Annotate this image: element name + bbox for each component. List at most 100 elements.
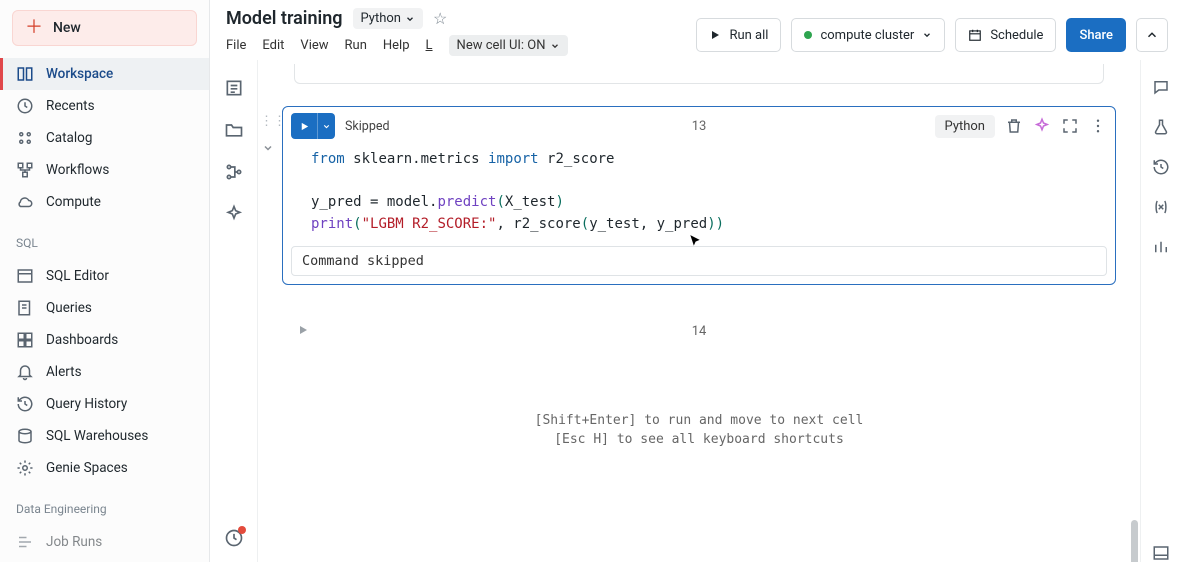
more-icon[interactable] <box>1089 117 1107 135</box>
menu-help[interactable]: Help <box>383 38 410 53</box>
fullscreen-icon[interactable] <box>1061 117 1079 135</box>
play-icon <box>709 29 721 41</box>
sql-nav: SQL Editor Queries Dashboards Alerts Que… <box>0 256 209 488</box>
delete-icon[interactable] <box>1005 117 1023 135</box>
warehouse-icon <box>16 427 34 445</box>
sidebar-item-query-history[interactable]: Query History <box>0 388 209 420</box>
cell-language-chip[interactable]: Python <box>935 115 995 138</box>
toc-icon[interactable] <box>224 78 244 98</box>
right-rail <box>1140 60 1180 562</box>
sidebar-item-label: Recents <box>46 98 95 114</box>
run-cell-dropdown[interactable] <box>317 113 335 139</box>
sidebar-item-label: Workspace <box>46 66 113 82</box>
workflows-icon <box>16 161 34 179</box>
sidebar-item-label: Alerts <box>46 364 82 380</box>
sidebar-item-genie[interactable]: Genie Spaces <box>0 452 209 484</box>
new-button-label: New <box>53 20 81 36</box>
jobruns-icon <box>16 533 34 551</box>
left-sidebar: ＋ New Workspace Recents Catalog Workflow… <box>0 0 210 562</box>
plus-icon: ＋ <box>25 19 43 37</box>
cell-index: 13 <box>692 119 707 134</box>
de-section-label: Data Engineering <box>0 488 209 522</box>
ai-assist-icon[interactable] <box>1033 117 1051 135</box>
cluster-label: compute cluster <box>820 28 914 43</box>
schedule-label: Schedule <box>990 28 1043 43</box>
bottom-panel-icon[interactable] <box>1152 544 1170 562</box>
last-edit-info[interactable]: L <box>426 38 433 53</box>
menu-view[interactable]: View <box>300 38 328 53</box>
sidebar-item-label: Workflows <box>46 162 109 178</box>
scrollbar[interactable] <box>1131 520 1138 562</box>
sidebar-item-label: Query History <box>46 396 127 412</box>
play-icon <box>297 324 309 336</box>
hint-line: [Shift+Enter] to run and move to next ce… <box>282 411 1116 431</box>
sidebar-item-label: Queries <box>46 300 92 316</box>
run-all-button[interactable]: Run all <box>696 18 781 52</box>
collapse-panel-button[interactable] <box>1136 18 1168 52</box>
run-cell-button[interactable] <box>291 113 317 139</box>
cluster-status-dot-icon <box>804 31 812 39</box>
sidebar-item-label: Compute <box>46 194 101 210</box>
schema-icon[interactable] <box>224 162 244 182</box>
de-nav: Job Runs <box>0 522 209 562</box>
language-label: Python <box>361 11 401 26</box>
share-button[interactable]: Share <box>1066 18 1126 52</box>
sidebar-item-alerts[interactable]: Alerts <box>0 356 209 388</box>
newcell-ui-toggle[interactable]: New cell UI: ON <box>449 35 568 56</box>
queries-icon <box>16 299 34 317</box>
chevron-down-icon <box>405 14 415 24</box>
sidebar-item-recents[interactable]: Recents <box>0 90 209 122</box>
chevron-up-icon <box>1145 28 1159 42</box>
workspace-icon <box>16 65 34 83</box>
sidebar-item-workspace[interactable]: Workspace <box>0 58 209 90</box>
run-cell-button[interactable] <box>297 324 309 336</box>
assistant-icon[interactable] <box>224 528 244 548</box>
keyboard-hints: [Shift+Enter] to run and move to next ce… <box>282 411 1116 450</box>
menu-run[interactable]: Run <box>345 38 367 53</box>
favorite-star-icon[interactable]: ☆ <box>433 9 447 28</box>
chevron-down-icon <box>922 30 932 40</box>
revisions-icon[interactable] <box>1152 158 1170 176</box>
sidebar-item-queries[interactable]: Queries <box>0 292 209 324</box>
sidebar-item-compute[interactable]: Compute <box>0 186 209 218</box>
sparkle-icon[interactable] <box>224 204 244 224</box>
sidebar-item-label: SQL Editor <box>46 268 109 284</box>
new-button[interactable]: ＋ New <box>12 10 197 46</box>
experiments-icon[interactable] <box>1152 118 1170 136</box>
sidebar-item-dashboards[interactable]: Dashboards <box>0 324 209 356</box>
sidebar-item-sql-warehouses[interactable]: SQL Warehouses <box>0 420 209 452</box>
run-all-label: Run all <box>729 28 768 43</box>
newcell-label: New cell UI: ON <box>457 38 546 53</box>
cell-output: Command skipped <box>291 246 1107 276</box>
catalog-icon <box>16 129 34 147</box>
comments-icon[interactable] <box>1152 78 1170 96</box>
sidebar-item-workflows[interactable]: Workflows <box>0 154 209 186</box>
notebook-title[interactable]: Model training <box>226 8 343 29</box>
variables-icon[interactable] <box>1152 198 1170 216</box>
bell-icon <box>16 363 34 381</box>
language-selector[interactable]: Python <box>353 8 423 29</box>
schedule-button[interactable]: Schedule <box>955 18 1056 52</box>
menu-file[interactable]: File <box>226 38 246 53</box>
cluster-selector[interactable]: compute cluster <box>791 18 945 52</box>
calendar-icon <box>968 28 982 42</box>
sidebar-item-sql-editor[interactable]: SQL Editor <box>0 260 209 292</box>
sidebar-item-label: Job Runs <box>46 534 102 550</box>
main-area: Model training Python ☆ File Edit View R… <box>210 0 1180 562</box>
sidebar-item-label: Dashboards <box>46 332 118 348</box>
sidebar-item-catalog[interactable]: Catalog <box>0 122 209 154</box>
dashboard-icon[interactable] <box>1152 238 1170 256</box>
previous-cell-collapsed[interactable] <box>294 64 1104 84</box>
dashboards-icon <box>16 331 34 349</box>
expand-caret-icon[interactable] <box>262 142 274 154</box>
sidebar-item-job-runs[interactable]: Job Runs <box>0 526 209 558</box>
chevron-down-icon <box>322 122 331 131</box>
share-label: Share <box>1079 28 1113 43</box>
code-editor[interactable]: from sklearn.metrics import r2_score y_p… <box>283 145 1115 242</box>
folder-icon[interactable] <box>224 120 244 140</box>
cell-13: ⋮⋮ Skipped 13 Python <box>282 106 1116 285</box>
notebook-canvas: ⋮⋮ Skipped 13 Python <box>258 60 1140 562</box>
menu-edit[interactable]: Edit <box>262 38 284 53</box>
cell-14[interactable]: 14 <box>282 309 1116 375</box>
left-gutter <box>210 60 258 562</box>
